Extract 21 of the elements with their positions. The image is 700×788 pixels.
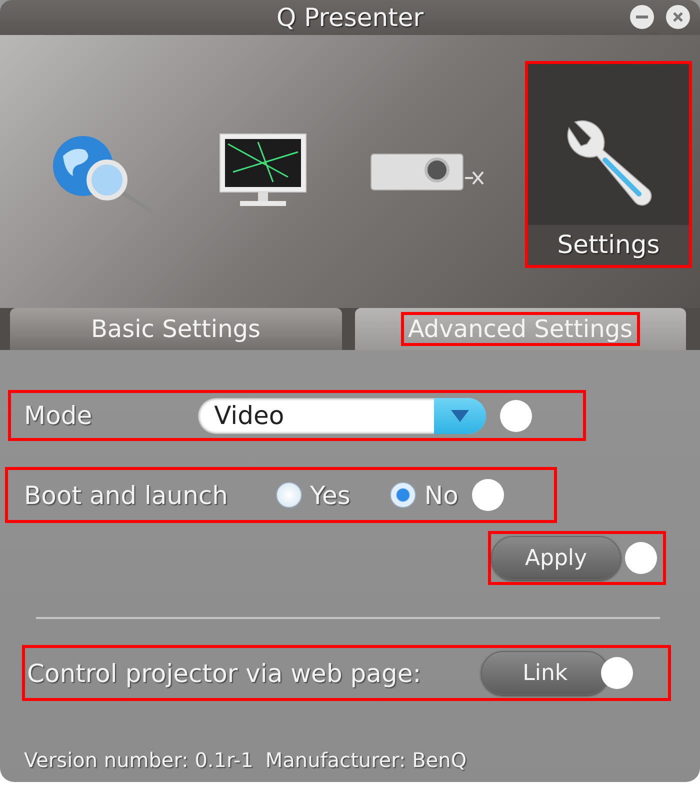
settings-tab[interactable]: Basic Settings	[10, 308, 342, 350]
version-text: Version number: 0.1r-1	[24, 748, 254, 772]
boot-label: Boot and launch	[24, 480, 228, 510]
web-control-label: Control projector via web page:	[27, 658, 422, 688]
apply-button[interactable]: Apply	[491, 536, 621, 580]
settings-tab[interactable]: Advanced Settings	[354, 308, 686, 350]
radio-label[interactable]: No	[424, 480, 458, 510]
radio-button[interactable]	[276, 482, 302, 508]
nav-label: Settings	[557, 230, 660, 259]
nav-tile[interactable]: Settings	[525, 61, 692, 268]
minimize-icon[interactable]	[630, 5, 654, 29]
mode-dropdown[interactable]: Video	[198, 398, 486, 434]
close-icon[interactable]	[666, 5, 690, 29]
tab-label: Advanced Settings	[400, 312, 640, 346]
mode-label: Mode	[24, 401, 92, 430]
manufacturer-text: Manufacturer: BenQ	[265, 748, 467, 772]
dropdown-arrow-icon	[451, 410, 470, 422]
window-title: Q Presenter	[275, 3, 425, 32]
radio-button[interactable]	[390, 482, 416, 508]
radio-label[interactable]: Yes	[310, 480, 350, 510]
tab-label: Basic Settings	[90, 314, 262, 345]
